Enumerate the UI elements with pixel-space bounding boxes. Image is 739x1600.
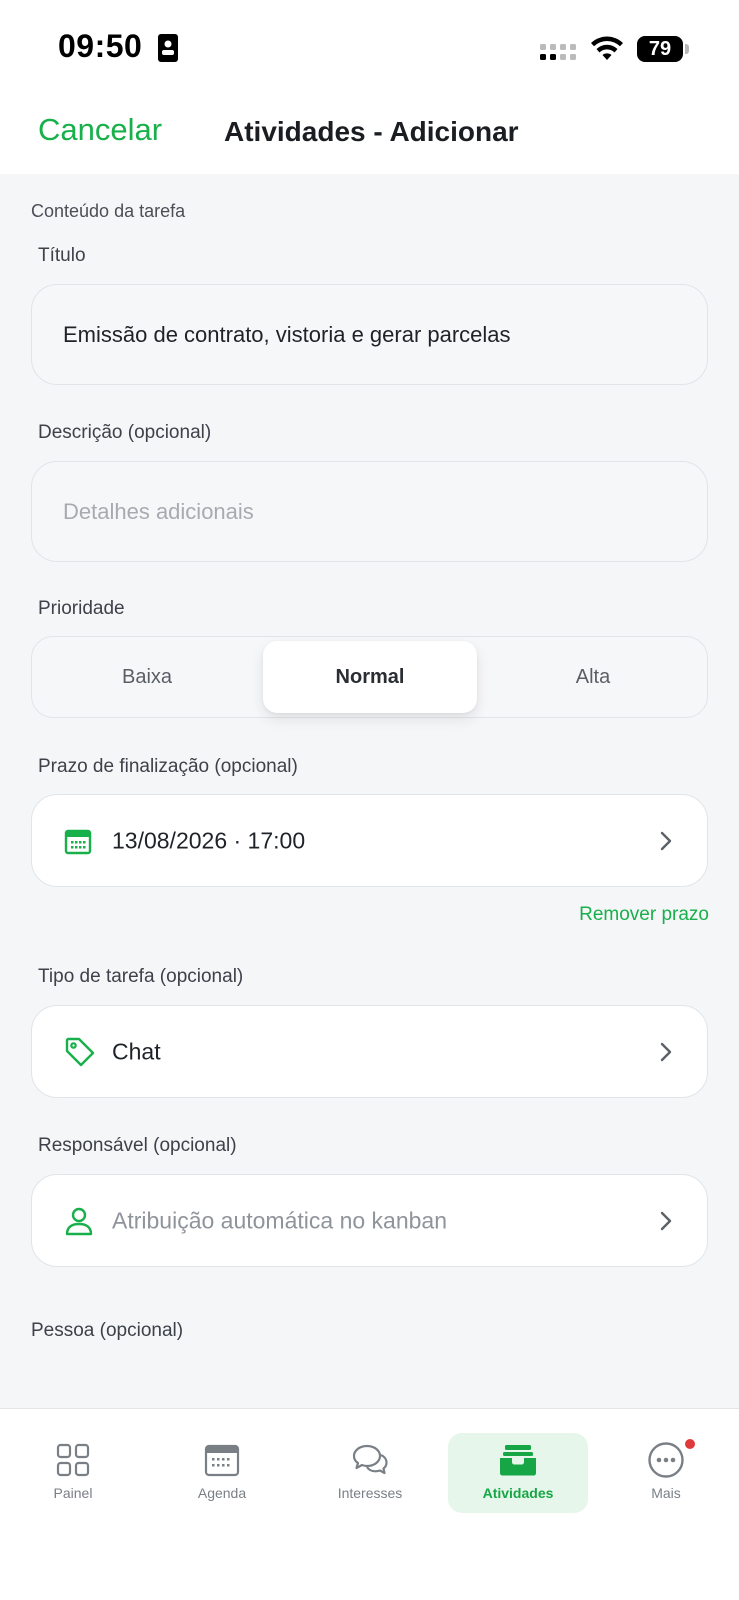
battery-icon: 79 <box>637 36 689 62</box>
more-dots-icon <box>648 1442 684 1478</box>
bottom-tab-bar: Painel Agenda Interesses Atividades Mais <box>0 1408 739 1600</box>
description-label: Descrição (opcional) <box>38 422 212 443</box>
remove-deadline-button[interactable]: Remover prazo <box>579 904 709 926</box>
priority-option-baixa[interactable]: Baixa <box>36 641 258 713</box>
tab-interesses[interactable]: Interesses <box>300 1433 440 1513</box>
tab-label: Mais <box>651 1485 681 1501</box>
person-icon <box>65 1207 93 1235</box>
grid-icon <box>56 1443 90 1477</box>
chat-bubbles-icon <box>352 1444 388 1475</box>
tab-agenda[interactable]: Agenda <box>152 1433 292 1513</box>
assignee-label: Responsável (opcional) <box>38 1135 237 1156</box>
tab-mais[interactable]: Mais <box>596 1433 736 1513</box>
battery-level: 79 <box>637 36 683 62</box>
task-type-value: Chat <box>112 1038 161 1064</box>
description-field[interactable]: Detalhes adicionais <box>31 461 708 562</box>
person-label: Pessoa (opcional) <box>31 1320 184 1341</box>
tab-painel[interactable]: Painel <box>3 1433 143 1513</box>
section-header: Conteúdo da tarefa <box>31 201 186 221</box>
assignee-field[interactable]: Atribuição automática no kanban <box>31 1174 708 1267</box>
task-type-field[interactable]: Chat <box>31 1005 708 1098</box>
priority-label: Prioridade <box>38 598 125 619</box>
tab-label: Atividades <box>482 1485 554 1501</box>
chevron-right-icon <box>660 1042 672 1061</box>
navigation-bar: Cancelar Atividades - Adicionar <box>0 92 739 174</box>
tab-label: Painel <box>53 1485 93 1501</box>
inbox-tray-icon <box>500 1445 536 1476</box>
status-time: 09:50 <box>58 28 143 64</box>
priority-option-alta[interactable]: Alta <box>482 641 704 713</box>
assignee-placeholder: Atribuição automática no kanban <box>112 1207 447 1233</box>
calendar-icon <box>204 1444 240 1477</box>
priority-segmented-control: Baixa Normal Alta <box>31 636 708 718</box>
calendar-icon <box>64 829 92 854</box>
chevron-right-icon <box>660 831 672 850</box>
description-placeholder: Detalhes adicionais <box>63 498 254 524</box>
title-field[interactable]: Emissão de contrato, vistoria e gerar pa… <box>31 284 708 385</box>
task-type-label: Tipo de tarefa (opcional) <box>38 966 244 987</box>
deadline-label: Prazo de finalização (opcional) <box>38 756 298 777</box>
title-label: Título <box>38 245 86 266</box>
signal-icon <box>540 44 576 60</box>
chevron-right-icon <box>660 1211 672 1230</box>
priority-option-normal[interactable]: Normal <box>263 641 477 713</box>
tag-icon <box>65 1037 95 1066</box>
page-title: Atividades - Adicionar <box>224 116 519 147</box>
deadline-field[interactable]: 13/08/2026 · 17:00 <box>31 794 708 887</box>
deadline-value: 13/08/2026 · 17:00 <box>112 827 306 853</box>
wifi-icon <box>591 36 623 60</box>
contact-card-icon <box>158 34 178 62</box>
tab-atividades[interactable]: Atividades <box>448 1433 588 1513</box>
tab-label: Agenda <box>197 1485 247 1501</box>
status-bar: 09:50 79 <box>0 0 739 92</box>
notification-badge <box>685 1439 695 1449</box>
title-value: Emissão de contrato, vistoria e gerar pa… <box>63 321 511 347</box>
tab-label: Interesses <box>337 1485 403 1501</box>
cancel-button[interactable]: Cancelar <box>38 112 162 148</box>
